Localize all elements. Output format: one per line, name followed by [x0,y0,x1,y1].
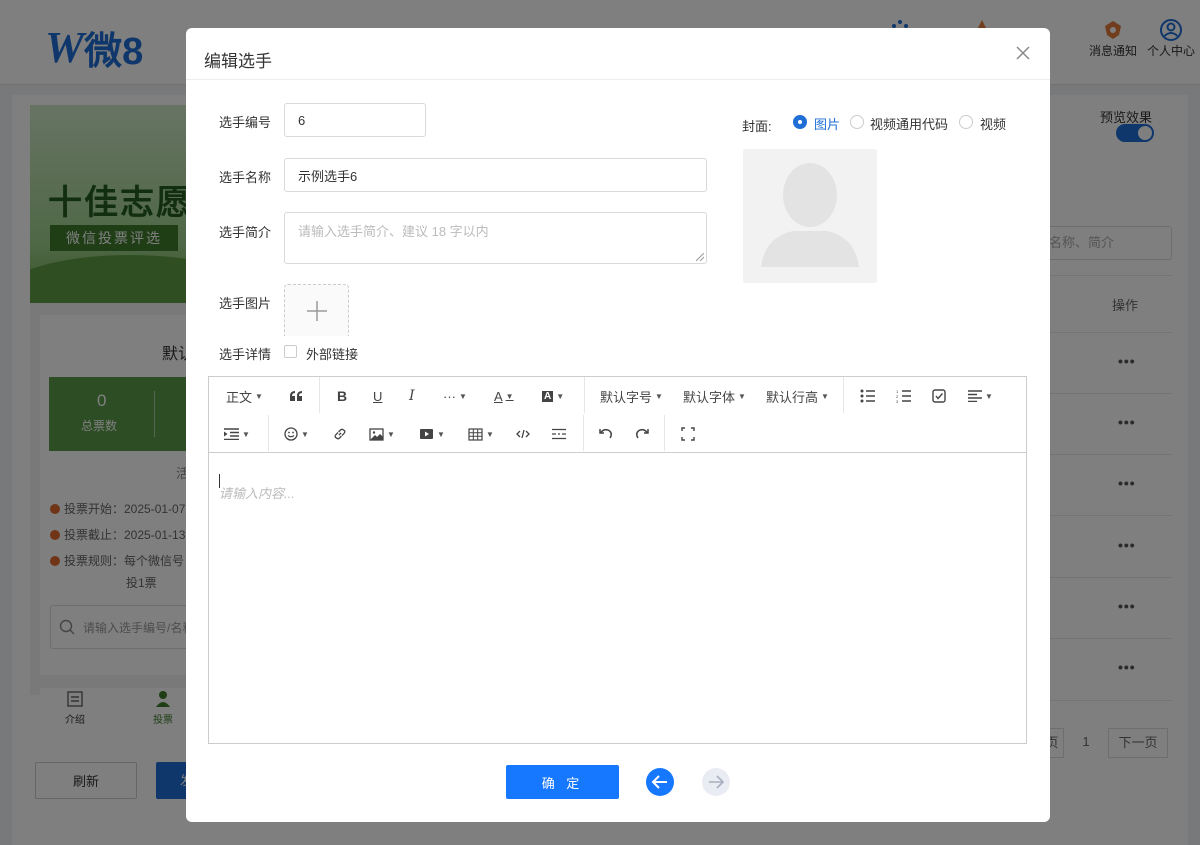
indent-icon [224,428,239,440]
underline-icon[interactable]: U [373,382,382,410]
bullet-list-icon[interactable] [860,382,876,410]
avatar-icon [761,163,859,267]
caret-down-icon: ▼ [437,429,445,439]
caret-down-icon: ▼ [985,391,993,401]
cover-option-image[interactable]: 图片 [814,114,840,133]
external-link-checkbox[interactable] [284,345,297,358]
cover-label: 封面: [742,119,772,134]
caret-down-icon: ▼ [505,391,514,401]
caret-down-icon: ▼ [821,391,829,401]
align-dropdown[interactable]: ▼ [968,382,993,410]
cover-radio-video-code[interactable] [850,115,864,129]
caret-down-icon: ▼ [738,391,746,401]
todo-checkbox-icon[interactable] [932,382,946,410]
caret-down-icon: ▼ [655,391,663,401]
prev-player-button[interactable] [646,768,674,796]
name-input[interactable]: 示例选手6 [284,158,707,192]
caret-down-icon: ▼ [255,391,263,401]
image-upload-button[interactable] [284,284,349,336]
detail-label: 选手详情 [219,347,272,362]
numbered-list-icon[interactable]: 123 [896,382,912,410]
cover-option-video[interactable]: 视频 [980,114,1006,133]
paragraph-dropdown[interactable]: 正文 ▼ [226,382,263,410]
line-height-dropdown[interactable]: 默认行高 ▼ [766,382,829,410]
dialog-header: 编辑选手 [186,28,1050,80]
dialog-title: 编辑选手 [204,52,272,71]
intro-label: 选手简介 [219,225,272,240]
caret-down-icon: ▼ [556,391,565,401]
close-icon[interactable] [1012,42,1034,64]
indent-dropdown[interactable]: ▼ [224,420,250,448]
caret-down-icon: ▼ [387,429,395,439]
caret-down-icon: ▼ [301,429,309,439]
name-label: 选手名称 [219,170,272,185]
cover-placeholder-avatar[interactable] [743,149,877,283]
resize-handle-icon[interactable] [696,253,704,261]
font-color-icon[interactable]: A ▼ [494,382,514,410]
caret-down-icon: ▼ [242,429,250,439]
editor-toolbar: 正文 ▼ B U I ··· ▼ A ▼ A ▼ 默认字号 ▼ 默认字体 ▼ 默认行高 ▼ 1… [209,377,1026,453]
image-dropdown[interactable]: ▼ [369,420,395,448]
smiley-icon [284,427,298,441]
next-player-button[interactable] [702,768,730,796]
undo-icon[interactable] [598,420,614,448]
font-family-dropdown[interactable]: 默认字体 ▼ [683,382,746,410]
cover-option-video-code[interactable]: 视频通用代码 [870,114,948,133]
rich-text-editor: 正文 ▼ B U I ··· ▼ A ▼ A ▼ 默认字号 ▼ 默认字体 ▼ 默认行高 ▼ 1… [208,376,1027,744]
caret-down-icon: ▼ [486,429,494,439]
table-dropdown[interactable]: ▼ [468,420,494,448]
divider-icon[interactable] [552,420,566,448]
code-icon[interactable] [516,420,530,448]
svg-text:3: 3 [896,399,899,403]
caret-down-icon: ▼ [459,391,467,401]
editor-placeholder: 请输入内容... [219,486,295,501]
font-size-dropdown[interactable]: 默认字号 ▼ [600,382,663,410]
external-link-label[interactable]: 外部链接 [306,344,358,363]
image-label: 选手图片 [219,296,272,311]
plus-icon [306,300,327,321]
editor-content-area[interactable]: 请输入内容... [209,454,1026,743]
video-dropdown[interactable]: ▼ [419,420,445,448]
link-icon[interactable] [333,420,347,448]
confirm-button[interactable]: 确 定 [506,765,619,799]
fullscreen-icon[interactable] [681,420,695,448]
align-left-icon [968,390,982,402]
emoji-dropdown[interactable]: ▼ [284,420,309,448]
number-label: 选手编号 [219,115,272,130]
edit-player-dialog: 编辑选手 选手编号 6 选手名称 示例选手6 选手简介 请输入选手简介、建议 1… [186,28,1050,822]
redo-icon[interactable] [634,420,650,448]
cover-radio-image[interactable] [793,115,807,129]
italic-icon[interactable]: I [409,382,415,410]
arrow-left-icon [651,775,667,789]
video-icon [420,429,433,439]
number-input[interactable]: 6 [284,103,426,137]
arrow-right-icon [709,775,725,789]
bg-color-icon[interactable]: A ▼ [542,382,564,410]
quote-icon[interactable] [289,382,303,410]
intro-textarea[interactable]: 请输入选手简介、建议 18 字以内 [284,212,707,264]
image-icon [369,427,384,441]
table-icon [468,427,483,441]
more-format-dropdown[interactable]: ··· ▼ [443,382,467,410]
cover-radio-video[interactable] [959,115,973,129]
bold-icon[interactable]: B [337,382,347,410]
